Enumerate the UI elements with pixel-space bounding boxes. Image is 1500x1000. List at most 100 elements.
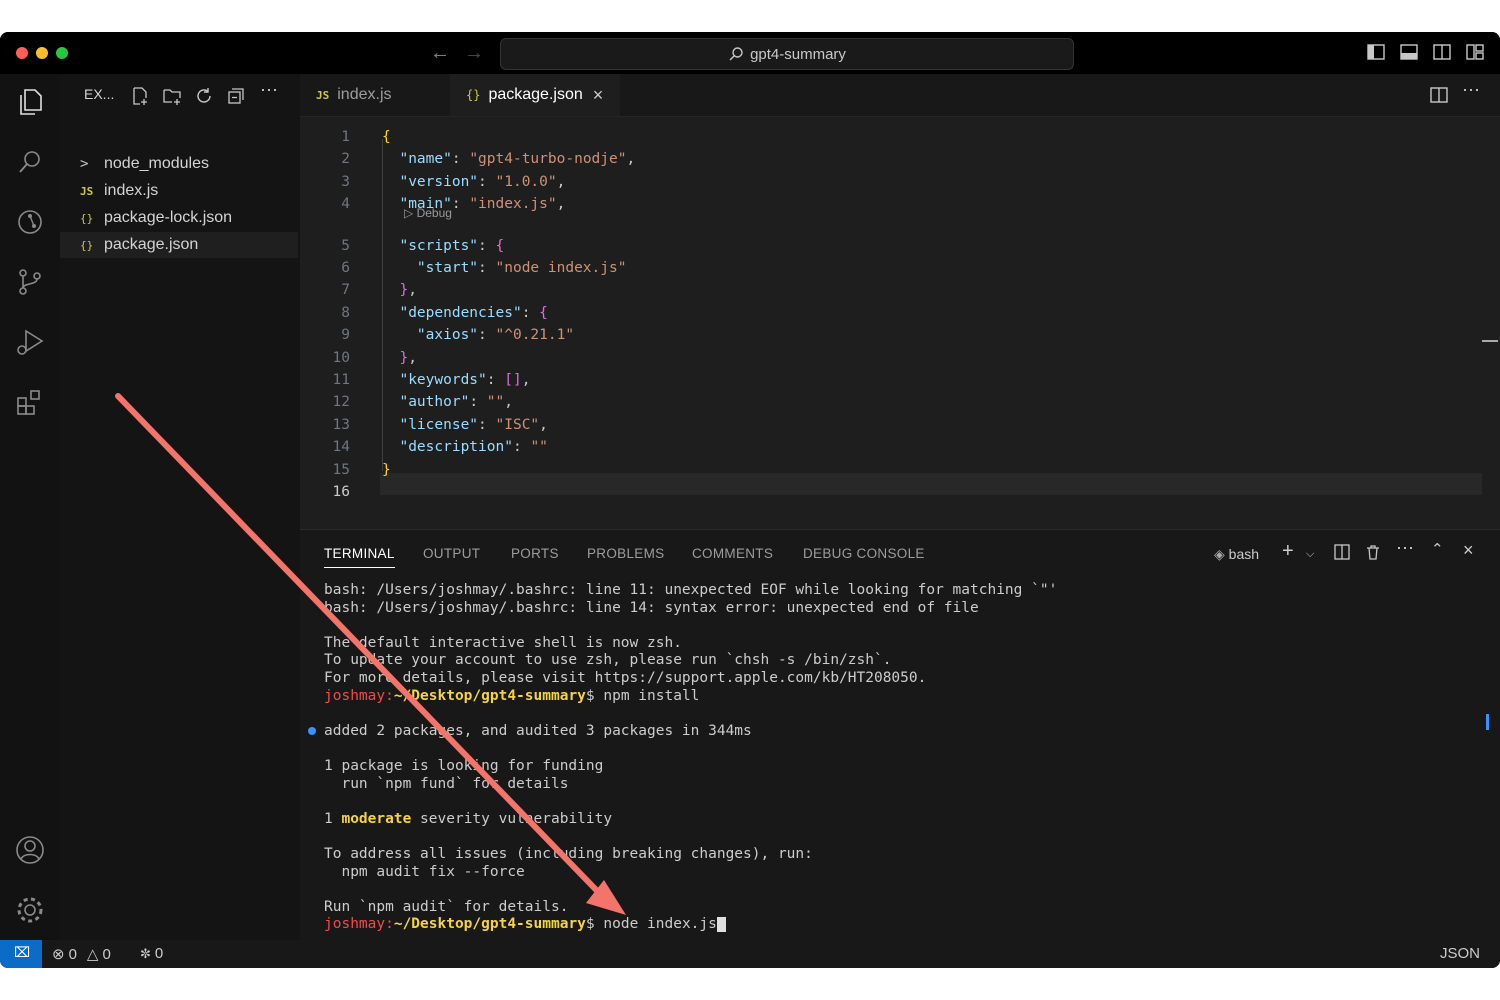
- tab-package-json[interactable]: {} package.json ×: [450, 74, 620, 116]
- line-number: 10: [332, 349, 350, 366]
- code-line: "start": "node index.js": [416, 260, 627, 276]
- remote-indicator[interactable]: ⌧: [0, 940, 42, 968]
- trash-icon[interactable]: [1365, 544, 1381, 560]
- more-actions-icon[interactable]: ⋯: [1462, 80, 1480, 101]
- file-item-package-lock-json[interactable]: {} package-lock.json: [60, 205, 298, 231]
- terminal-prompt-line: joshmay:~/Desktop/gpt4-summary$ npm inst…: [324, 688, 1057, 706]
- explorer-icon[interactable]: [12, 84, 48, 120]
- more-actions-icon[interactable]: ⋯: [1396, 538, 1414, 559]
- collapse-all-icon[interactable]: [226, 86, 246, 106]
- customize-layout-icon[interactable]: [1466, 43, 1484, 61]
- terminal-line: Run `npm audit` for details.: [324, 898, 569, 915]
- json-key: "version": [399, 173, 479, 190]
- line-number: 6: [341, 260, 350, 276]
- minimize-window-button[interactable]: [36, 47, 48, 59]
- json-key: "start": [416, 260, 479, 276]
- toggle-secondary-sidebar-icon[interactable]: [1433, 43, 1451, 61]
- chevron-down-icon[interactable]: ⌵: [1306, 548, 1314, 561]
- line-number: 9: [341, 327, 350, 344]
- maximize-window-button[interactable]: [56, 47, 68, 59]
- line-number: 11: [332, 372, 350, 388]
- code-line: "author": "",: [399, 394, 513, 411]
- json-key: "dependencies": [399, 304, 522, 321]
- terminal-line: bash: /Users/joshmay/.bashrc: line 11: u…: [324, 582, 1058, 598]
- forward-arrow-icon[interactable]: →: [464, 42, 484, 65]
- js-file-icon: JS: [316, 88, 330, 102]
- ports-indicator[interactable]: ✼ 0: [140, 945, 163, 962]
- command-status-dot: [308, 727, 316, 735]
- code-line: "version": "1.0.0",: [399, 173, 566, 190]
- json-bracket: {: [539, 304, 548, 321]
- tab-debug-console[interactable]: DEBUG CONSOLE: [803, 546, 925, 561]
- code-line: "dependencies": {: [399, 304, 548, 321]
- file-item-node-modules[interactable]: > node_modules: [60, 151, 298, 177]
- json-bracket: {: [495, 237, 505, 254]
- run-debug-icon[interactable]: [12, 324, 48, 360]
- refresh-icon[interactable]: [194, 86, 214, 106]
- split-editor-icon[interactable]: [1430, 86, 1448, 104]
- tab-comments[interactable]: COMMENTS: [692, 546, 773, 561]
- code-line: "description": "": [399, 439, 548, 456]
- prompt-symbol: $: [585, 687, 604, 704]
- file-label: index.js: [104, 182, 159, 199]
- tab-problems[interactable]: PROBLEMS: [587, 546, 664, 561]
- split-terminal-icon[interactable]: [1334, 544, 1350, 560]
- file-item-index-js[interactable]: JS index.js: [60, 178, 298, 204]
- new-folder-icon[interactable]: [162, 86, 182, 106]
- terminal-line: 1 package is looking for funding: [324, 757, 604, 774]
- code-line: "scripts": {: [399, 237, 505, 254]
- severity-label: moderate: [341, 810, 412, 827]
- extensions-icon[interactable]: [12, 384, 48, 420]
- toggle-panel-icon[interactable]: [1400, 43, 1418, 61]
- maximize-panel-icon[interactable]: ⌃: [1431, 540, 1444, 558]
- line-number: 15: [332, 461, 350, 478]
- terminal-line: 1 moderate severity vulnerability: [324, 810, 613, 827]
- json-string: "node index.js": [495, 260, 627, 276]
- source-control-icon[interactable]: [12, 264, 48, 300]
- json-bracket: }: [399, 349, 409, 366]
- language-mode[interactable]: JSON: [1440, 945, 1480, 962]
- search-icon[interactable]: [12, 144, 48, 180]
- toggle-sidebar-icon[interactable]: [1367, 43, 1385, 61]
- back-arrow-icon[interactable]: ←: [430, 42, 450, 65]
- ports-count: 0: [154, 945, 164, 962]
- gear-icon[interactable]: [12, 892, 48, 928]
- file-item-package-json[interactable]: {} package.json: [60, 232, 298, 258]
- tab-output[interactable]: OUTPUT: [423, 546, 480, 561]
- tab-terminal[interactable]: TERMINAL: [324, 546, 395, 568]
- tab-index-js[interactable]: JS index.js: [300, 74, 448, 116]
- error-icon: ⊗: [52, 946, 65, 963]
- terminal-output[interactable]: bash: /Users/joshmay/.bashrc: line 11: u…: [324, 582, 1057, 934]
- error-count: 0: [68, 945, 77, 963]
- close-icon[interactable]: ×: [593, 85, 604, 106]
- code-line: {: [382, 129, 391, 145]
- terminal-shell-selector[interactable]: ◈ bash: [1214, 546, 1259, 563]
- problems-indicator[interactable]: ⊗ 0 △ 0: [52, 945, 111, 964]
- more-actions-icon[interactable]: ⋯: [260, 80, 280, 100]
- new-terminal-icon[interactable]: +: [1282, 540, 1294, 563]
- timeline-icon[interactable]: [12, 204, 48, 240]
- close-window-button[interactable]: [16, 47, 28, 59]
- accounts-icon[interactable]: [12, 832, 48, 868]
- debug-codelens[interactable]: ▷ Debug: [404, 206, 452, 220]
- status-bar: ⌧ ⊗ 0 △ 0 ✼ 0 JSON: [0, 940, 1500, 968]
- file-label: package.json: [104, 236, 199, 253]
- new-file-icon[interactable]: [130, 86, 150, 106]
- json-string: "gpt4-turbo-nodje": [469, 151, 627, 168]
- terminal-line: To update your account to use zsh, pleas…: [324, 652, 892, 669]
- code-editor[interactable]: 1 2 3 4 5 6 7 8 9 10 11 12 13 14 15 16 { "name": "gpt4-…: [300, 117, 1482, 527]
- json-key: "name": [399, 151, 452, 168]
- tab-ports[interactable]: PORTS: [511, 546, 559, 561]
- terminal-icon: ◈: [1214, 546, 1225, 562]
- line-number: 1: [341, 129, 350, 145]
- json-bracket: {: [382, 129, 391, 145]
- line-number: 16: [332, 484, 350, 500]
- json-key: "author": [399, 394, 470, 411]
- command-center-search[interactable]: gpt4-summary: [500, 38, 1074, 70]
- close-panel-icon[interactable]: ×: [1463, 540, 1474, 561]
